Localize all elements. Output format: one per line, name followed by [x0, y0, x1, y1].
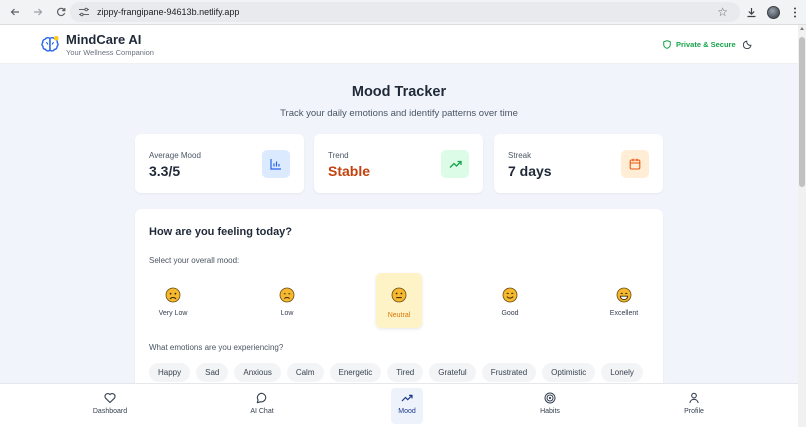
browser-toolbar: zippy-frangipane-94613b.netlify.app ☆: [0, 0, 806, 25]
emotion-chip[interactable]: Frustrated: [481, 363, 537, 382]
brain-logo-icon: [41, 35, 59, 52]
user-icon: [689, 392, 699, 404]
back-button[interactable]: [5, 2, 25, 22]
mood-option-excellent[interactable]: Excellent: [601, 273, 647, 328]
reload-icon: [56, 7, 66, 17]
mood-option-very-low[interactable]: Very Low: [150, 273, 196, 328]
emotion-chips: Happy Sad Anxious Calm Energetic Tired G…: [149, 363, 649, 382]
mood-option-neutral[interactable]: Neutral: [376, 273, 422, 328]
nav-item-habits[interactable]: Habits: [520, 388, 580, 424]
trend-up-icon: [449, 160, 462, 168]
nav-item-dashboard[interactable]: Dashboard: [80, 388, 140, 424]
very-sad-face-icon: [165, 287, 181, 303]
stat-card-trend: Trend Stable: [314, 134, 483, 193]
bookmark-star-icon[interactable]: ☆: [717, 5, 728, 19]
sad-face-icon: [279, 287, 295, 303]
neutral-face-icon: [391, 287, 407, 303]
stat-value: 7 days: [508, 163, 552, 179]
stat-value: 3.3/5: [149, 163, 181, 179]
trend-up-icon: [401, 394, 413, 402]
avatar: [766, 6, 780, 19]
brand-tagline: Your Wellness Companion: [66, 48, 154, 57]
nav-label: Habits: [540, 408, 560, 415]
bar-chart-icon: [270, 159, 281, 170]
mood-label: Low: [280, 310, 294, 317]
mood-label: Excellent: [609, 310, 639, 317]
stat-label: Trend: [328, 151, 349, 160]
nav-item-ai-chat[interactable]: AI Chat: [232, 388, 292, 424]
mood-option-good[interactable]: Good: [487, 273, 533, 328]
stat-icon-box: [621, 150, 649, 178]
scroll-up-arrow-icon[interactable]: [800, 27, 804, 30]
heart-icon: [104, 393, 116, 404]
emotion-chip[interactable]: Tired: [387, 363, 424, 382]
mood-label: Neutral: [387, 312, 411, 319]
arrow-left-icon: [10, 8, 19, 16]
app-header: MindCare AI Your Wellness Companion Priv…: [0, 25, 798, 64]
theme-toggle-button[interactable]: [738, 34, 758, 54]
site-settings-icon[interactable]: [78, 6, 90, 18]
emotion-chip[interactable]: Happy: [149, 363, 191, 382]
main-content: Mood Tracker Track your daily emotions a…: [0, 64, 798, 383]
mood-label: Good: [501, 310, 519, 317]
mood-entry-card: How are you feeling today? Select your o…: [135, 209, 663, 383]
target-icon: [544, 392, 556, 404]
emotion-chip[interactable]: Anxious: [234, 363, 281, 382]
bottom-nav: Dashboard AI Chat Mood Habits Profile: [0, 383, 798, 427]
page-subtitle: Track your daily emotions and identify p…: [280, 108, 518, 119]
brand-name: MindCare AI: [66, 32, 142, 47]
profile-button[interactable]: [762, 3, 784, 23]
emotion-chip[interactable]: Sad: [196, 363, 229, 382]
emotion-prompt: What emotions are you experiencing?: [149, 343, 284, 352]
privacy-badge: Private & Secure: [663, 40, 736, 49]
card-title: How are you feeling today?: [149, 226, 293, 238]
smile-face-icon: [502, 287, 518, 303]
stat-label: Average Mood: [149, 151, 201, 160]
grin-face-icon: [616, 287, 632, 303]
address-bar[interactable]: zippy-frangipane-94613b.netlify.app ☆: [70, 2, 740, 22]
download-icon: [747, 8, 755, 18]
nav-label: Mood: [398, 408, 416, 415]
chat-bubble-icon: [256, 392, 267, 404]
brand[interactable]: MindCare AI Your Wellness Companion: [40, 33, 154, 57]
emotion-chip[interactable]: Calm: [286, 363, 324, 382]
emotion-chip[interactable]: Grateful: [429, 363, 476, 382]
nav-item-profile[interactable]: Profile: [664, 388, 724, 424]
browser-menu-button[interactable]: [784, 3, 806, 23]
privacy-label: Private & Secure: [676, 40, 736, 49]
stat-label: Streak: [508, 151, 532, 160]
mood-prompt: Select your overall mood:: [149, 256, 240, 265]
mood-label: Very Low: [158, 310, 188, 317]
stat-icon-box: [441, 150, 469, 178]
page-scrollbar[interactable]: [798, 25, 806, 427]
stat-card-average-mood: Average Mood 3.3/5: [135, 134, 304, 193]
arrow-right-icon: [34, 8, 43, 16]
url-text: zippy-frangipane-94613b.netlify.app: [97, 7, 240, 17]
stat-card-streak: Streak 7 days: [494, 134, 663, 193]
reload-button[interactable]: [51, 2, 71, 22]
more-vertical-icon: [794, 7, 796, 18]
stat-icon-box: [262, 150, 290, 178]
emotion-chip[interactable]: Energetic: [329, 363, 382, 382]
nav-label: AI Chat: [250, 408, 274, 415]
scrollbar-thumb[interactable]: [799, 37, 805, 187]
emotion-chip[interactable]: Optimistic: [542, 363, 596, 382]
nav-item-mood[interactable]: Mood: [391, 388, 423, 424]
nav-label: Profile: [684, 408, 704, 415]
downloads-button[interactable]: [740, 3, 762, 23]
forward-button[interactable]: [28, 2, 48, 22]
nav-label: Dashboard: [92, 408, 128, 415]
mood-option-low[interactable]: Low: [264, 273, 310, 328]
emotion-chip[interactable]: Lonely: [601, 363, 643, 382]
shield-icon: [663, 40, 671, 49]
stat-value: Stable: [328, 163, 371, 179]
page-title: Mood Tracker: [351, 84, 447, 100]
moon-icon: [743, 40, 752, 49]
calendar-icon: [629, 158, 641, 170]
